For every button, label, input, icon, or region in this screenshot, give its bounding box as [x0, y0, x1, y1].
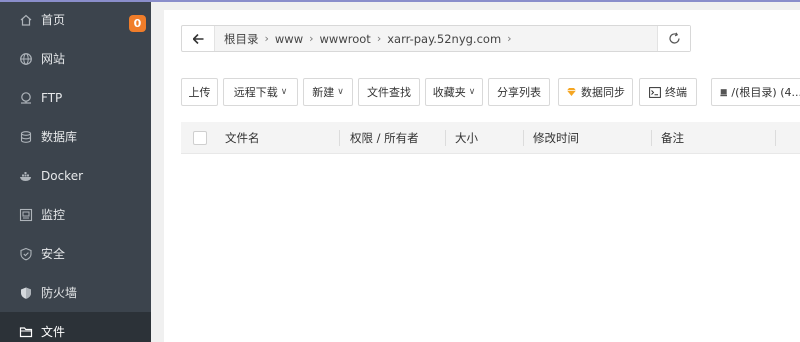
- column-divider: [523, 130, 524, 146]
- sidebar-item-label: 数据库: [41, 130, 78, 144]
- monitor-icon: [19, 208, 33, 222]
- breadcrumb-item[interactable]: xarr-pay.52nyg.com: [387, 32, 501, 46]
- sidebar-item-security[interactable]: 安全: [0, 234, 151, 273]
- arrow-left-icon: [192, 33, 203, 44]
- chevron-down-icon: ∨: [337, 87, 344, 97]
- button-label: 数据同步: [581, 86, 625, 99]
- sidebar-item-database[interactable]: 数据库: [0, 117, 151, 156]
- column-header[interactable]: 权限 / 所有者: [350, 122, 419, 154]
- upload-button[interactable]: 上传: [181, 78, 218, 106]
- button-label: 分享列表: [497, 86, 541, 99]
- folder-icon: [19, 325, 33, 339]
- favorites-button[interactable]: 收藏夹 ∨: [425, 78, 483, 106]
- sidebar-item-monitor[interactable]: 监控: [0, 195, 151, 234]
- button-label: 远程下载: [233, 86, 278, 99]
- firewall-icon: [19, 286, 33, 300]
- disk-button[interactable]: /(根目录) (4...: [711, 78, 800, 106]
- notification-badge: 0: [129, 15, 146, 32]
- select-all-checkbox[interactable]: [193, 131, 207, 145]
- globe-icon: [19, 52, 33, 66]
- button-label: /(根目录) (4...: [731, 86, 800, 99]
- sidebar-item-label: 防火墙: [41, 286, 78, 300]
- back-button[interactable]: [182, 26, 215, 51]
- terminal-icon: [649, 86, 661, 98]
- sidebar-item-firewall[interactable]: 防火墙: [0, 273, 151, 312]
- button-label: 收藏夹: [432, 86, 466, 99]
- disk-icon: [720, 88, 728, 96]
- sidebar-item-files[interactable]: 文件: [0, 312, 151, 342]
- sidebar-item-label: 安全: [41, 247, 66, 261]
- home-icon: [19, 13, 33, 27]
- sidebar-item-label: Docker: [41, 168, 84, 183]
- file-search-button[interactable]: 文件查找: [358, 78, 420, 106]
- terminal-button[interactable]: 终端: [639, 78, 697, 106]
- breadcrumb-item[interactable]: wwwroot: [320, 32, 371, 46]
- docker-icon: [19, 169, 33, 183]
- button-label: 终端: [665, 86, 687, 99]
- column-divider: [339, 130, 340, 146]
- table-header: 文件名 权限 / 所有者 大小 修改时间 备注: [181, 122, 800, 154]
- database-icon: [19, 130, 33, 144]
- sidebar-item-ftp[interactable]: FTP: [0, 78, 151, 117]
- column-divider: [775, 130, 776, 146]
- column-divider: [651, 130, 652, 146]
- share-list-button[interactable]: 分享列表: [488, 78, 550, 106]
- chevron-right-icon: ›: [264, 32, 269, 45]
- column-header[interactable]: 备注: [661, 122, 684, 154]
- sidebar-item-label: 首页: [41, 13, 66, 27]
- chevron-right-icon: ›: [376, 32, 382, 45]
- button-label: 新建: [312, 86, 335, 99]
- column-header[interactable]: 文件名: [225, 122, 260, 154]
- path-bar: 根目录 › www › wwwroot › xarr-pay.52nyg.com…: [181, 25, 691, 52]
- diamond-icon: [567, 88, 576, 96]
- sidebar-item-label: 网站: [41, 52, 66, 66]
- button-label: 上传: [188, 86, 211, 99]
- button-label: 文件查找: [367, 86, 411, 99]
- file-manager-panel: 根目录 › www › wwwroot › xarr-pay.52nyg.com…: [164, 10, 800, 342]
- chevron-right-icon: ›: [309, 32, 314, 45]
- chevron-down-icon: ∨: [280, 87, 288, 97]
- column-header[interactable]: 修改时间: [533, 122, 579, 154]
- chevron-right-icon: ›: [507, 32, 512, 45]
- breadcrumb-item[interactable]: 根目录: [224, 31, 259, 47]
- top-accent-line: [0, 0, 800, 2]
- refresh-icon: [668, 32, 680, 44]
- breadcrumb: 根目录 › www › wwwroot › xarr-pay.52nyg.com…: [215, 26, 657, 51]
- ftp-icon: [19, 91, 33, 105]
- chevron-down-icon: ∨: [468, 87, 476, 97]
- shield-icon: [19, 247, 33, 261]
- sidebar-item-docker[interactable]: Docker: [0, 156, 151, 195]
- remote-download-button[interactable]: 远程下载 ∨: [223, 78, 298, 106]
- sidebar-item-home[interactable]: 首页 0: [0, 0, 151, 39]
- sidebar-item-label: 监控: [41, 208, 66, 222]
- new-button[interactable]: 新建 ∨: [303, 78, 353, 106]
- column-header[interactable]: 大小: [455, 122, 478, 154]
- data-sync-button[interactable]: 数据同步: [558, 78, 633, 106]
- sidebar-item-label: 文件: [41, 325, 66, 339]
- column-divider: [445, 130, 446, 146]
- refresh-button[interactable]: [657, 26, 690, 51]
- sidebar: 首页 0 网站 FTP 数据库 Docker 监控 安全 防火墙 文件: [0, 0, 151, 342]
- breadcrumb-item[interactable]: www: [275, 32, 303, 46]
- sidebar-item-label: FTP: [41, 90, 63, 105]
- main-area: 根目录 › www › wwwroot › xarr-pay.52nyg.com…: [151, 2, 800, 342]
- sidebar-item-website[interactable]: 网站: [0, 39, 151, 78]
